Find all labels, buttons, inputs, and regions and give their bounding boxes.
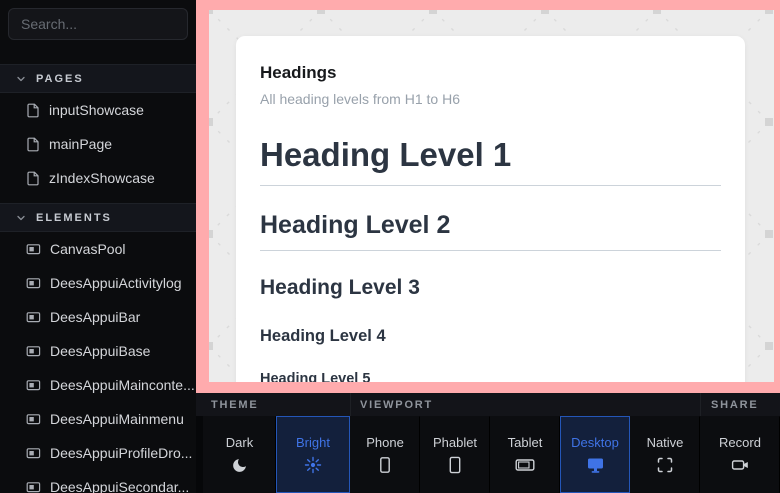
section-label: ELEMENTS [36, 212, 112, 224]
page-icon [26, 103, 40, 118]
chevron-down-icon [16, 213, 26, 223]
record-button[interactable]: Record [700, 416, 780, 493]
tablet-button[interactable]: Tablet [490, 416, 560, 493]
toolbar-section-label-share: SHARE [700, 393, 780, 416]
card-subtitle: All heading levels from H1 to H6 [260, 91, 721, 107]
sidebar-item-deesappuimainconte[interactable]: DeesAppuiMainconte... [0, 368, 196, 402]
search-box [0, 0, 196, 48]
sidebar-item-deesappuimainmenu[interactable]: DeesAppuiMainmenu [0, 402, 196, 436]
app-window: PAGES inputShowcase mainPage zIndexShowcase… [0, 0, 780, 493]
element-icon [26, 412, 41, 426]
preview-frame: Headings All heading levels from H1 to H… [196, 0, 780, 393]
native-button[interactable]: Native [630, 416, 700, 493]
preview-canvas: Headings All heading levels from H1 to H… [209, 10, 774, 382]
button-label: Phone [366, 435, 404, 450]
sidebar-item-label: DeesAppuiMainmenu [50, 411, 184, 427]
toolbar-section-label-viewport: VIEWPORT [350, 393, 700, 416]
sidebar-item-label: mainPage [49, 136, 112, 152]
heading-level-5: Heading Level 5 [260, 371, 721, 382]
element-icon [26, 344, 41, 358]
search-input[interactable] [8, 8, 188, 40]
page-icon [26, 171, 40, 186]
sidebar-item-label: DeesAppuiBar [50, 309, 140, 325]
brackets-icon [656, 456, 674, 474]
heading-level-1: Heading Level 1 [260, 137, 721, 186]
section-header-pages[interactable]: PAGES [0, 64, 196, 93]
sidebar-item-label: DeesAppuiBase [50, 343, 150, 359]
toolbar-section-label-theme: THEME [196, 393, 350, 416]
phablet-icon [446, 456, 464, 474]
sidebar-item-label: DeesAppuiSecondar... [50, 479, 189, 493]
sidebar-item-label: inputShowcase [49, 102, 144, 118]
toolbar-section-labels: THEMEVIEWPORTSHARE [196, 393, 780, 416]
button-label: Native [647, 435, 684, 450]
heading-level-4: Heading Level 4 [260, 327, 721, 345]
element-icon [26, 276, 41, 290]
button-label: Dark [226, 435, 253, 450]
phone-button[interactable]: Phone [350, 416, 420, 493]
sidebar-item-canvaspool[interactable]: CanvasPool [0, 232, 196, 266]
sidebar-item-label: DeesAppuiActivitylog [50, 275, 182, 291]
heading-level-3: Heading Level 3 [260, 276, 721, 299]
sidebar-item-deesappuibase[interactable]: DeesAppuiBase [0, 334, 196, 368]
sidebar-sections: PAGES inputShowcase mainPage zIndexShowcase… [0, 64, 196, 493]
sidebar-item-deesappuiactivitylog[interactable]: DeesAppuiActivitylog [0, 266, 196, 300]
headings-list: Heading Level 1 Heading Level 2 Heading Le… [260, 137, 721, 382]
desktop-button[interactable]: Desktop [560, 416, 630, 493]
element-icon [26, 242, 41, 256]
moon-icon [231, 456, 248, 474]
element-icon [26, 310, 41, 324]
tablet-icon [515, 456, 535, 474]
section-header-elements[interactable]: ELEMENTS [0, 203, 196, 232]
card-title: Headings [260, 63, 721, 83]
toolbar-buttons: Dark Bright Phone Phablet Tablet Desktop Nativ… [196, 416, 780, 493]
sidebar-item-deesappuiprofiledro[interactable]: DeesAppuiProfileDro... [0, 436, 196, 470]
section-label: PAGES [36, 73, 84, 85]
bottom-toolbar: THEMEVIEWPORTSHARE Dark Bright Phone Phable… [196, 393, 780, 493]
button-label: Phablet [433, 435, 477, 450]
button-label: Tablet [508, 435, 543, 450]
sidebar-item-label: DeesAppuiMainconte... [50, 377, 195, 393]
sidebar-item-deesappuibar[interactable]: DeesAppuiBar [0, 300, 196, 334]
sidebar-item-inputshowcase[interactable]: inputShowcase [0, 93, 196, 127]
camera-icon [731, 456, 750, 474]
sidebar-item-deesappuisecondar[interactable]: DeesAppuiSecondar... [0, 470, 196, 493]
main-area: Headings All heading levels from H1 to H… [196, 0, 780, 493]
element-icon [26, 378, 41, 392]
phablet-button[interactable]: Phablet [420, 416, 490, 493]
sidebar-item-zindexshowcase[interactable]: zIndexShowcase [0, 161, 196, 195]
button-label: Desktop [571, 435, 619, 450]
dark-button[interactable]: Dark [203, 416, 276, 493]
sidebar: PAGES inputShowcase mainPage zIndexShowcase… [0, 0, 196, 493]
button-label: Bright [296, 435, 330, 450]
sidebar-item-label: CanvasPool [50, 241, 126, 257]
page-icon [26, 137, 40, 152]
heading-level-2: Heading Level 2 [260, 212, 721, 251]
element-icon [26, 446, 41, 460]
sidebar-item-label: zIndexShowcase [49, 170, 155, 186]
sidebar-item-mainpage[interactable]: mainPage [0, 127, 196, 161]
sun-icon [304, 456, 322, 474]
sidebar-item-label: DeesAppuiProfileDro... [50, 445, 192, 461]
monitor-icon [586, 456, 605, 474]
element-icon [26, 480, 41, 493]
headings-demo-card: Headings All heading levels from H1 to H… [236, 36, 745, 382]
button-label: Record [719, 435, 761, 450]
chevron-down-icon [16, 74, 26, 84]
phone-icon [376, 456, 394, 474]
bright-button[interactable]: Bright [276, 416, 350, 493]
